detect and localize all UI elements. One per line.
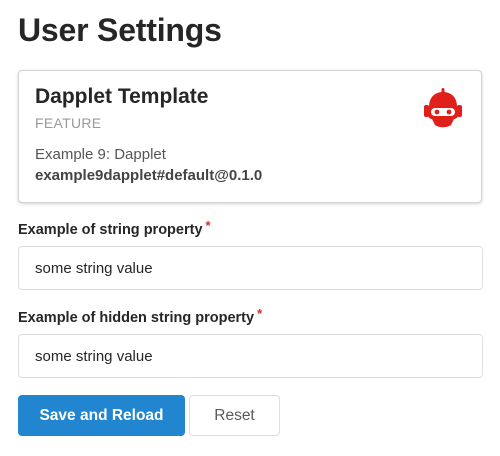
dapplet-card: Dapplet Template FEATURE Example 9: Dapp… [18,70,482,203]
save-and-reload-button[interactable]: Save and Reload [18,395,185,436]
reset-button[interactable]: Reset [189,395,280,436]
card-description: Example 9: Dapplet [35,146,166,163]
hidden-string-property-label-text: Example of hidden string property [18,310,255,326]
hidden-string-property-input[interactable] [18,334,483,378]
page-title: User Settings [18,12,222,48]
card-identifier: example9dapplet#default@0.1.0 [35,167,263,184]
card-meta: FEATURE [35,115,102,131]
string-property-label-text: Example of string property [18,222,203,238]
hidden-string-property-label: Example of hidden string property * [18,306,262,326]
string-property-input[interactable] [18,246,483,290]
card-title: Dapplet Template [35,85,209,108]
required-marker: * [257,306,263,321]
string-property-label: Example of string property * [18,218,211,238]
required-marker: * [205,218,211,233]
dapplet-robot-logo-icon [424,88,462,128]
